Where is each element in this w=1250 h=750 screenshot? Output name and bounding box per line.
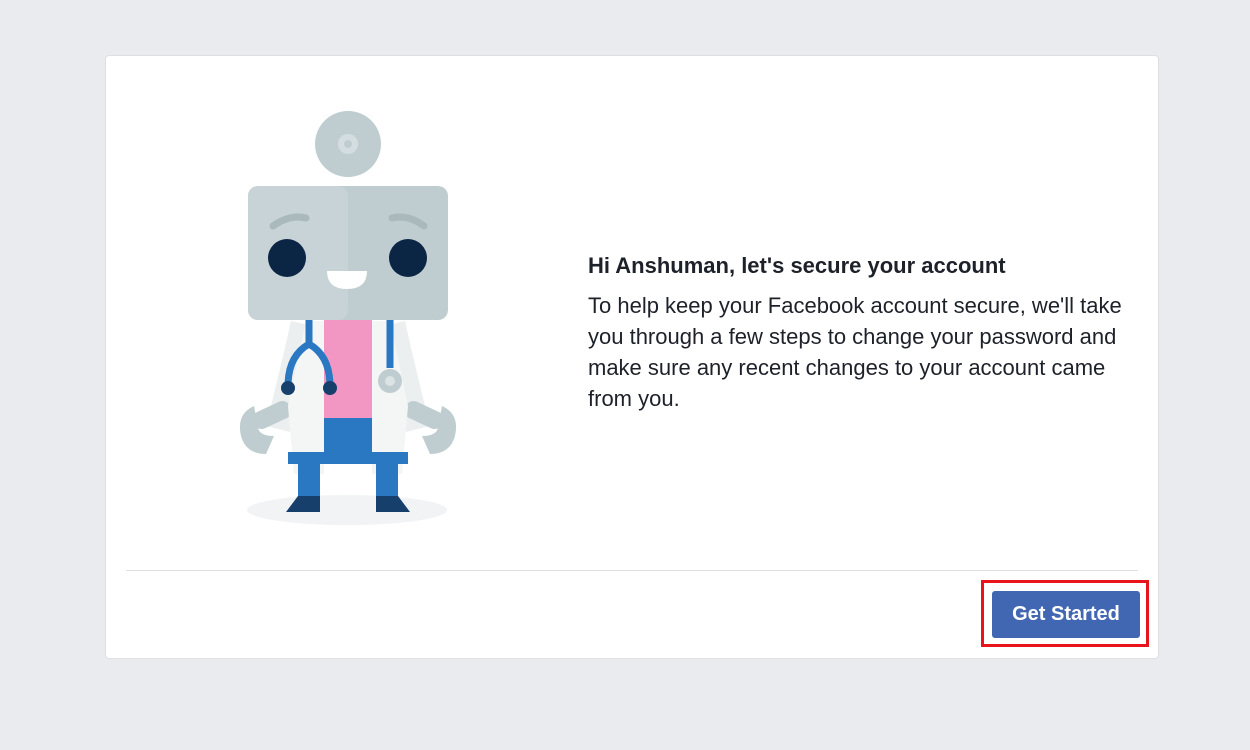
- footer-divider: [126, 570, 1138, 571]
- doctor-robot-illustration: [196, 106, 496, 536]
- dialog-content: Hi Anshuman, let's secure your account T…: [588, 252, 1128, 414]
- robot-icon: [239, 111, 457, 525]
- security-checkup-card: Hi Anshuman, let's secure your account T…: [105, 55, 1159, 659]
- dialog-description: To help keep your Facebook account secur…: [588, 293, 1122, 411]
- dialog-title: Hi Anshuman, let's secure your account: [588, 253, 1006, 278]
- get-started-button[interactable]: Get Started: [992, 591, 1140, 638]
